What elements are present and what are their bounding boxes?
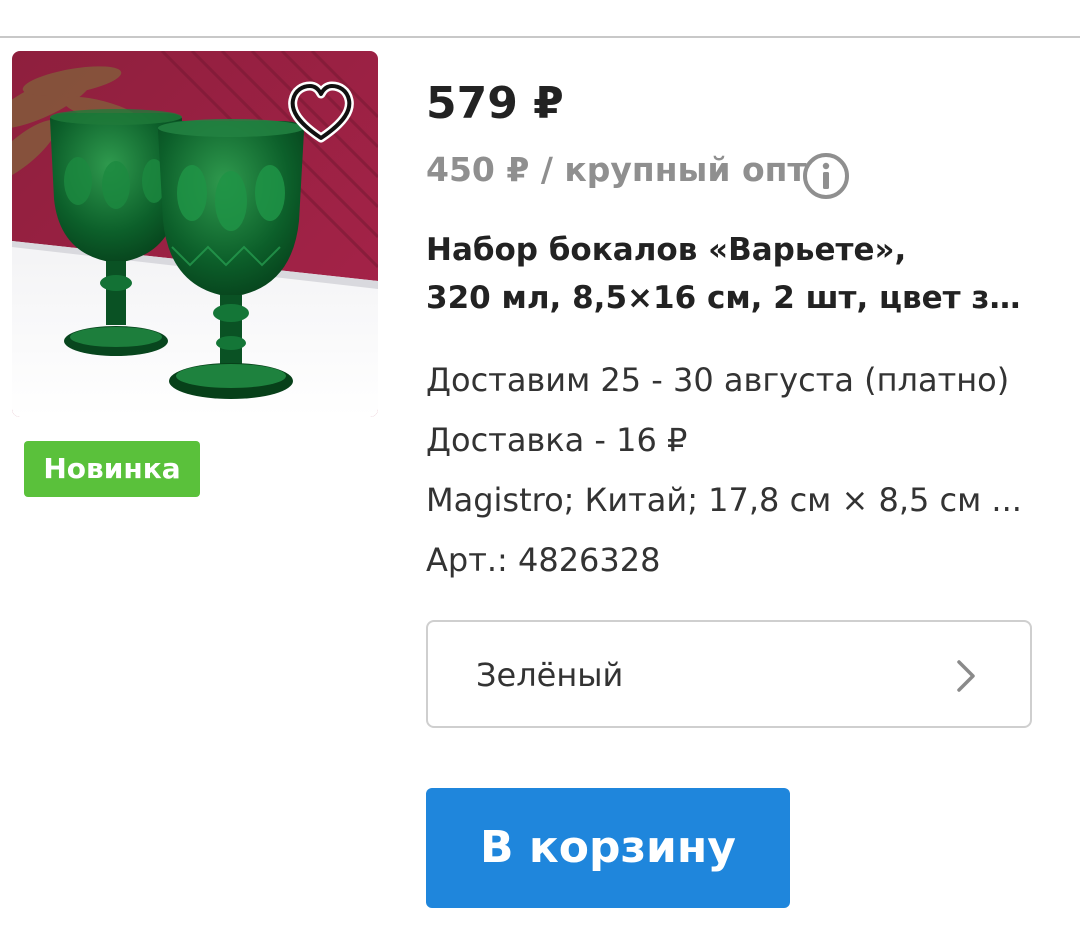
color-variant-select[interactable]: Зелёный (426, 620, 1032, 728)
top-divider (0, 36, 1080, 38)
wholesale-price: 450 ₽ / крупный опт (426, 150, 807, 189)
info-icon[interactable] (801, 151, 851, 201)
new-badge: Новинка (24, 441, 200, 497)
selected-variant-label: Зелёный (476, 656, 624, 694)
favorite-button[interactable] (287, 80, 355, 148)
product-sku: Арт.: 4826328 (426, 541, 661, 579)
product-title-line-2: 320 мл, 8,5×16 см, 2 шт, цвет зе... (426, 280, 1036, 316)
product-price: 579 ₽ (426, 78, 564, 129)
heart-icon (288, 81, 354, 143)
delivery-cost: Доставка - 16 ₽ (426, 421, 688, 459)
delivery-dates: Доставим 25 - 30 августа (платно) (426, 361, 1010, 399)
product-specs: Magistro; Китай; 17,8 см × 8,5 см ... (426, 481, 1022, 519)
add-to-cart-button[interactable]: В корзину (426, 788, 790, 908)
product-title-line-1: Набор бокалов «Варьете», (426, 232, 907, 268)
product-title[interactable]: Набор бокалов «Варьете», 320 мл, 8,5×16 … (426, 226, 1036, 322)
chevron-right-icon (957, 660, 975, 692)
